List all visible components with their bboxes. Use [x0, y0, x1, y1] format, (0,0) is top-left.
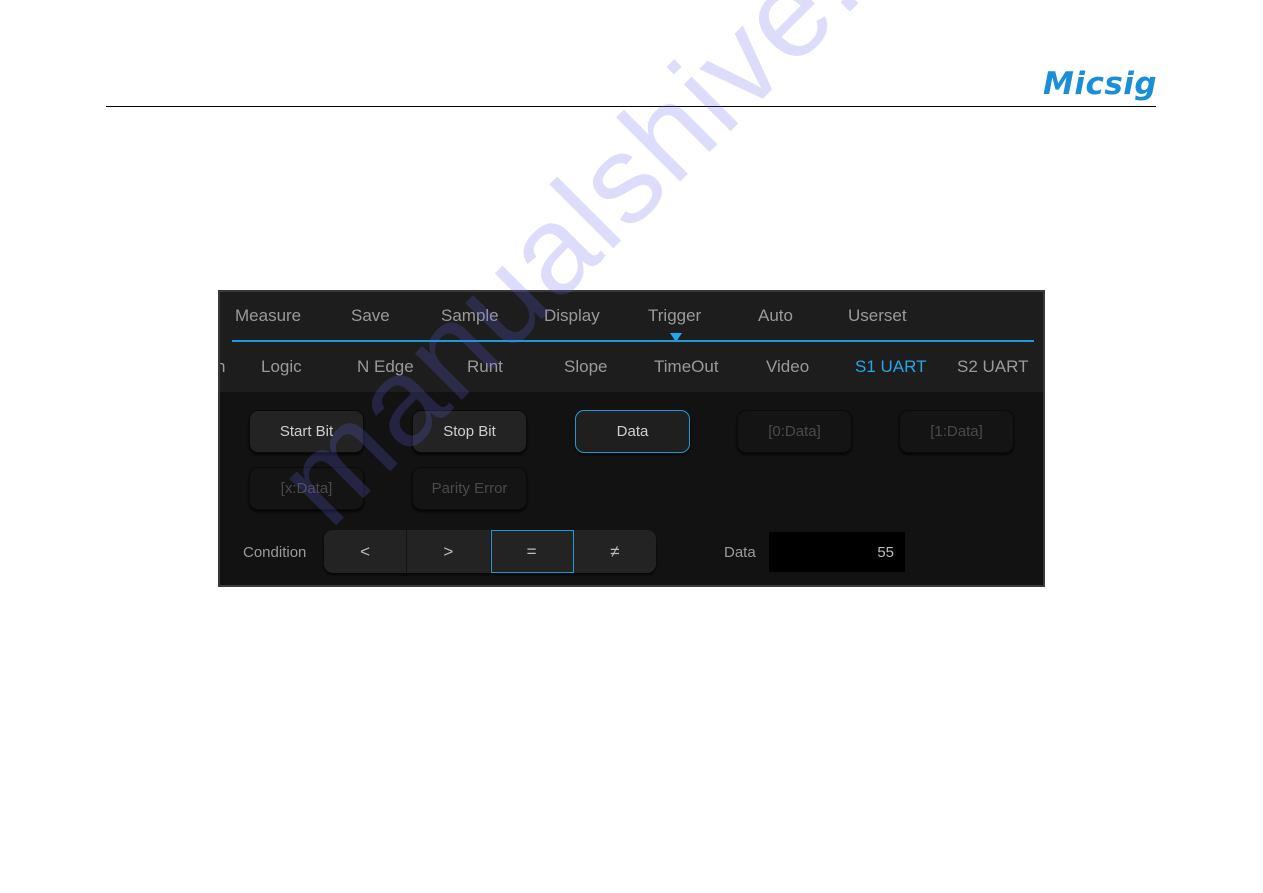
data-value-label: Data — [724, 544, 756, 561]
trigger-type-runt[interactable]: Runt — [467, 357, 503, 377]
condition-equal-button[interactable]: = — [490, 530, 574, 573]
one-data-button[interactable]: [1:Data] — [899, 410, 1014, 453]
data-value-input[interactable]: 55 — [769, 532, 905, 572]
condition-not-equal-button[interactable]: ≠ — [574, 530, 656, 573]
menu-save[interactable]: Save — [351, 306, 390, 326]
condition-selector: < > = ≠ — [324, 530, 656, 573]
menu-userset[interactable]: Userset — [848, 306, 907, 326]
header-divider — [106, 106, 1156, 107]
menu-auto[interactable]: Auto — [758, 306, 793, 326]
menu-bar: Measure Save Sample Display Trigger Auto… — [220, 292, 1043, 392]
stop-bit-button[interactable]: Stop Bit — [412, 410, 527, 453]
condition-label: Condition — [243, 544, 307, 561]
menu-divider — [232, 340, 1034, 342]
x-data-button[interactable]: [x:Data] — [249, 467, 364, 510]
menu-trigger[interactable]: Trigger — [648, 306, 701, 326]
menu-display[interactable]: Display — [544, 306, 600, 326]
parity-error-button[interactable]: Parity Error — [412, 467, 527, 510]
trigger-type-timeout[interactable]: TimeOut — [654, 357, 719, 377]
micsig-logo: Micsig — [1043, 66, 1158, 102]
trigger-type-video[interactable]: Video — [766, 357, 809, 377]
trigger-type-s2-uart[interactable]: S2 UART — [957, 357, 1029, 377]
trigger-type-s1-uart[interactable]: S1 UART — [855, 357, 927, 377]
trigger-type-n-edge[interactable]: N Edge — [357, 357, 414, 377]
menu-measure[interactable]: Measure — [235, 306, 301, 326]
oscilloscope-screen: Measure Save Sample Display Trigger Auto… — [218, 290, 1045, 587]
menu-sample[interactable]: Sample — [441, 306, 499, 326]
start-bit-button[interactable]: Start Bit — [249, 410, 364, 453]
data-button[interactable]: Data — [575, 410, 690, 453]
trigger-type-logic[interactable]: Logic — [261, 357, 302, 377]
condition-less-than-button[interactable]: < — [324, 530, 408, 573]
condition-greater-than-button[interactable]: > — [407, 530, 491, 573]
trigger-type-slope[interactable]: Slope — [564, 357, 607, 377]
trigger-type-partial[interactable]: n — [220, 357, 225, 377]
zero-data-button[interactable]: [0:Data] — [737, 410, 852, 453]
